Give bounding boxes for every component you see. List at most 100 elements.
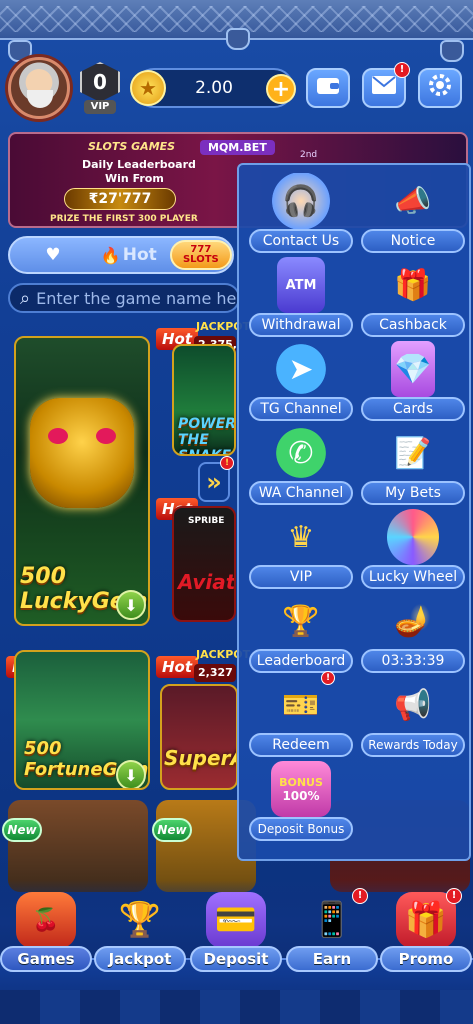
alert-badge: ! [446,888,462,904]
game-tile-fortune-gem[interactable]: 500 FortuneGem ⬇ [14,650,150,790]
download-icon[interactable]: ⬇ [116,760,146,788]
menu-label: Redeem [249,733,353,757]
nav-label: Promo [380,946,472,972]
nav-label: Earn [286,946,378,972]
avatar[interactable] [8,57,70,119]
search-input[interactable]: ⌕ Enter the game name here [8,283,240,313]
reward-megaphone-icon: 📢 [394,687,432,723]
menu-vip[interactable]: ♛ VIP [249,509,353,589]
heart-icon: ♥ [45,245,61,265]
telegram-icon: ➤ [271,341,331,397]
vip-label: VIP [84,100,116,114]
stage-floor [0,990,473,1024]
nav-jackpot[interactable]: 🏆 Jackpot [94,880,186,980]
golden-mask-art [30,398,134,508]
wallet-button[interactable] [306,68,350,108]
atm-icon: ATM [277,257,325,313]
top-bar: 0 VIP ★ 2.00 + ! [8,57,465,119]
menu-label: TG Channel [249,397,353,421]
menu-label: Lucky Wheel [361,565,465,589]
game-tile-lucky-gem[interactable]: 500 LuckyGem ⬇ [14,336,150,626]
menu-label: Withdrawal [249,313,353,337]
menu-rewards-today[interactable]: 📢 Rewards Today [361,677,465,757]
nav-earn[interactable]: 📱 ! Earn [286,880,378,980]
nav-label: Jackpot [94,946,186,972]
menu-label: Notice [361,229,465,253]
tab-hot-label: Hot [122,245,157,265]
menu-label: Rewards Today [361,733,465,757]
menu-my-bets[interactable]: 📝 My Bets [361,425,465,505]
settings-button[interactable] [418,68,462,108]
menu-contact-us[interactable]: 🎧 Contact Us [249,173,353,253]
crown-icon: ♛ [287,519,315,555]
wallet-icon [316,75,340,101]
nav-label: Games [0,946,92,972]
side-menu: 🎧 Contact Us 📣 Notice ATM Withdrawal 🎁 C… [237,163,471,861]
banner-subtitle: Win From [105,172,164,185]
double-chevron-icon: » [206,468,222,496]
megaphone-icon: 📣 [394,183,432,219]
banner-amount: ₹27'777 [64,188,176,210]
add-balance-button[interactable]: + [266,74,296,104]
game-tile-adventure[interactable] [8,800,148,892]
balance-value: 2.00 [195,78,233,98]
site-badge: MQM.BET [200,140,275,155]
alert-badge: ! [220,456,234,470]
nav-deposit[interactable]: 💳 Deposit [190,880,282,980]
menu-timer-label: 03:33:39 [361,649,465,673]
trophy-icon: 🏆 [118,900,162,940]
menu-withdrawal[interactable]: ATM Withdrawal [249,257,353,337]
alert-badge: ! [321,671,335,685]
menu-label: Leaderboard [249,649,353,673]
nav-promo[interactable]: 🎁 ! Promo [380,880,472,980]
gift-bonus-icon: BONUS 100% [271,761,331,817]
tab-hot[interactable]: 🔥 Hot [94,240,164,270]
jackpot-value: 2,327 [194,664,236,682]
menu-redeem[interactable]: 🎫 ! Redeem [249,671,353,757]
menu-label: My Bets [361,481,465,505]
mail-button[interactable]: ! [362,62,410,108]
menu-label: VIP [249,565,353,589]
slots-label: SLOTS [182,254,219,265]
screen: 0 VIP ★ 2.00 + ! SLOTS GAMES Daily Leade… [0,0,473,1024]
vip-level: 0 [80,62,120,102]
notepad-icon: 📝 [394,435,432,471]
menu-deposit-bonus[interactable]: BONUS 100% Deposit Bonus [249,761,353,841]
game-title: POWER THE SNAKE [178,416,236,456]
tab-favorites[interactable]: ♥ [18,240,88,270]
menu-label: Contact Us [249,229,353,253]
provider-label: SPRIBE [188,516,225,526]
game-tile-power-snake[interactable]: POWER THE SNAKE [172,344,236,456]
nav-games[interactable]: 🍒 Games [0,880,92,980]
menu-cards[interactable]: 💎 Cards [361,341,465,421]
menu-label: Deposit Bonus [249,817,353,841]
flame-icon: 🔥 [100,245,121,265]
menu-cashback[interactable]: 🎁 Cashback [361,257,465,337]
menu-lucky-wheel[interactable]: Lucky Wheel [361,509,465,589]
menu-leaderboard[interactable]: 🏆 Leaderboard [249,593,353,673]
vip-badge[interactable]: 0 VIP [80,62,120,114]
menu-label: Cashback [361,313,465,337]
game-tile-super-ace[interactable]: SuperAce [160,684,238,790]
nav-label: Deposit [190,946,282,972]
alert-badge: ! [352,888,368,904]
game-tile-aviator[interactable]: SPRIBE Aviator [172,506,236,622]
menu-tg-channel[interactable]: ➤ TG Channel [249,341,353,421]
collapse-menu-button[interactable]: » ! [198,456,234,502]
mail-icon [371,75,397,101]
diamond-card-icon: 💎 [391,341,435,397]
download-icon[interactable]: ⬇ [116,590,146,620]
menu-timer[interactable]: 🪔 03:33:39 [361,593,465,673]
search-placeholder: Enter the game name here [36,288,240,308]
menu-notice[interactable]: 📣 Notice [361,173,465,253]
slot-machine-icon: 🍒 [16,892,76,948]
new-badge: New [2,818,42,842]
banner-footer: PRIZE THE FIRST 300 PLAYER [50,214,198,224]
menu-label: WA Channel [249,481,353,505]
menu-wa-channel[interactable]: ✆ WA Channel [249,425,353,505]
tab-slots[interactable]: 777 SLOTS [169,240,232,270]
search-icon: ⌕ [20,287,31,309]
headset-agent-icon: 🎧 [271,173,331,229]
wheel-icon [387,509,439,565]
game-title: Aviator [178,570,236,594]
